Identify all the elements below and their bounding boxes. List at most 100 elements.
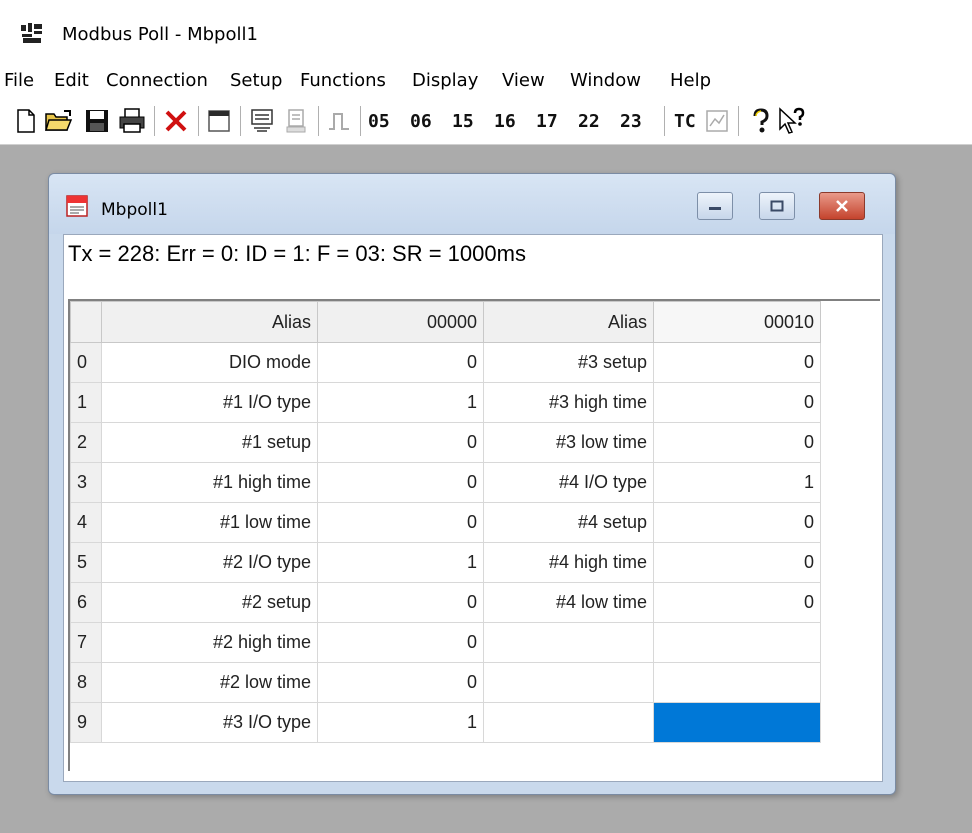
row-index[interactable]: 4 xyxy=(70,502,102,543)
menu-view[interactable]: View xyxy=(502,70,545,91)
fc-23-button[interactable]: 23 xyxy=(620,105,642,137)
app-titlebar[interactable]: Modbus Poll - Mbpoll1 xyxy=(0,0,972,62)
grid-corner[interactable] xyxy=(70,301,102,343)
window-button[interactable] xyxy=(206,105,232,137)
register-value-cell[interactable]: 1 xyxy=(653,462,821,503)
alias-cell[interactable]: #3 setup xyxy=(483,342,654,383)
alias-cell[interactable]: #4 low time xyxy=(483,582,654,623)
alias-cell[interactable]: #4 high time xyxy=(483,542,654,583)
alias-cell[interactable]: #2 setup xyxy=(101,582,318,623)
fc-22-button[interactable]: 22 xyxy=(578,105,600,137)
toolbar-separator xyxy=(154,106,155,136)
column-header-address-00000[interactable]: 00000 xyxy=(317,301,484,343)
menu-window[interactable]: Window xyxy=(570,70,641,91)
alias-cell[interactable]: #4 I/O type xyxy=(483,462,654,503)
register-value-cell[interactable]: 0 xyxy=(653,502,821,543)
row-index[interactable]: 1 xyxy=(70,382,102,423)
mbpoll1-titlebar[interactable]: Mbpoll1 xyxy=(49,174,895,234)
pulse-button[interactable] xyxy=(326,105,352,137)
minimize-button[interactable] xyxy=(697,192,733,220)
column-header-alias-1[interactable]: Alias xyxy=(101,301,318,343)
alias-cell[interactable]: #3 I/O type xyxy=(101,702,318,743)
alias-cell[interactable]: #1 I/O type xyxy=(101,382,318,423)
register-value-cell[interactable]: 1 xyxy=(317,542,484,583)
minimize-icon xyxy=(709,207,721,210)
alias-cell[interactable]: #2 low time xyxy=(101,662,318,703)
save-button[interactable] xyxy=(84,105,110,137)
menu-help[interactable]: Help xyxy=(670,70,711,91)
register-grid[interactable]: Alias 00000 Alias 00010 0 DIO mode 0 #3 setup 0 1… xyxy=(68,299,880,771)
help-button[interactable] xyxy=(748,105,774,137)
menu-display[interactable]: Display xyxy=(412,70,478,91)
alias-cell[interactable]: #1 low time xyxy=(101,502,318,543)
row-index[interactable]: 7 xyxy=(70,622,102,663)
register-value-cell[interactable]: 0 xyxy=(317,342,484,383)
window-icon xyxy=(208,110,230,132)
row-index[interactable]: 5 xyxy=(70,542,102,583)
register-value-cell[interactable]: 0 xyxy=(653,542,821,583)
alias-cell[interactable]: #3 high time xyxy=(483,382,654,423)
traffic-monitor-button[interactable] xyxy=(704,105,730,137)
row-index[interactable]: 2 xyxy=(70,422,102,463)
connect-icon xyxy=(251,109,273,132)
row-index[interactable]: 8 xyxy=(70,662,102,703)
register-value-cell[interactable]: 0 xyxy=(653,382,821,423)
alias-cell[interactable]: DIO mode xyxy=(101,342,318,383)
whats-this-button[interactable] xyxy=(778,105,806,137)
alias-cell[interactable] xyxy=(483,662,654,703)
register-value-cell[interactable]: 0 xyxy=(317,462,484,503)
register-value-cell[interactable]: 1 xyxy=(317,382,484,423)
menu-file[interactable]: File xyxy=(4,70,34,91)
pulse-icon xyxy=(329,113,349,130)
register-value-cell[interactable] xyxy=(653,622,821,663)
row-index[interactable]: 3 xyxy=(70,462,102,503)
new-file-button[interactable] xyxy=(14,105,38,137)
row-index[interactable]: 6 xyxy=(70,582,102,623)
column-header-address-00010[interactable]: 00010 xyxy=(653,301,821,343)
fc-05-button[interactable]: 05 xyxy=(368,105,390,137)
column-header-alias-2[interactable]: Alias xyxy=(483,301,654,343)
register-value-cell[interactable]: 0 xyxy=(653,342,821,383)
menu-setup[interactable]: Setup xyxy=(230,70,282,91)
row-index[interactable]: 9 xyxy=(70,702,102,743)
alias-cell[interactable]: #2 I/O type xyxy=(101,542,318,583)
alias-cell[interactable]: #2 high time xyxy=(101,622,318,663)
register-value-cell[interactable]: 0 xyxy=(653,582,821,623)
menu-functions[interactable]: Functions xyxy=(300,70,386,91)
disconnect-button[interactable] xyxy=(282,105,310,137)
table-row: 6 #2 setup 0 #4 low time 0 xyxy=(70,582,821,623)
register-value-cell[interactable]: 1 xyxy=(317,702,484,743)
selected-cell[interactable] xyxy=(653,702,821,743)
close-button[interactable] xyxy=(819,192,865,220)
register-value-cell[interactable] xyxy=(653,662,821,703)
menu-edit[interactable]: Edit xyxy=(54,70,89,91)
register-value-cell[interactable]: 0 xyxy=(317,502,484,543)
alias-cell[interactable] xyxy=(483,702,654,743)
menu-connection[interactable]: Connection xyxy=(106,70,208,91)
toolbar-separator xyxy=(240,106,241,136)
fc-17-button[interactable]: 17 xyxy=(536,105,558,137)
alias-cell[interactable]: #1 setup xyxy=(101,422,318,463)
row-index[interactable]: 0 xyxy=(70,342,102,383)
delete-button[interactable] xyxy=(162,105,190,137)
fc-15-button[interactable]: 15 xyxy=(452,105,474,137)
register-value-cell[interactable]: 0 xyxy=(317,422,484,463)
open-file-button[interactable] xyxy=(44,105,74,137)
fc-16-button[interactable]: 16 xyxy=(494,105,516,137)
restore-button[interactable] xyxy=(759,192,795,220)
register-value-cell[interactable]: 0 xyxy=(317,662,484,703)
connect-button[interactable] xyxy=(248,105,276,137)
table-row: 1 #1 I/O type 1 #3 high time 0 xyxy=(70,382,821,423)
alias-cell[interactable]: #3 low time xyxy=(483,422,654,463)
tc-button[interactable]: TC xyxy=(674,105,696,137)
alias-cell[interactable] xyxy=(483,622,654,663)
register-value-cell[interactable]: 0 xyxy=(653,422,821,463)
register-value-cell[interactable]: 0 xyxy=(317,622,484,663)
toolbar-separator xyxy=(664,106,665,136)
fc-06-button[interactable]: 06 xyxy=(410,105,432,137)
toolbar-separator xyxy=(198,106,199,136)
alias-cell[interactable]: #4 setup xyxy=(483,502,654,543)
register-value-cell[interactable]: 0 xyxy=(317,582,484,623)
alias-cell[interactable]: #1 high time xyxy=(101,462,318,503)
print-button[interactable] xyxy=(118,105,146,137)
